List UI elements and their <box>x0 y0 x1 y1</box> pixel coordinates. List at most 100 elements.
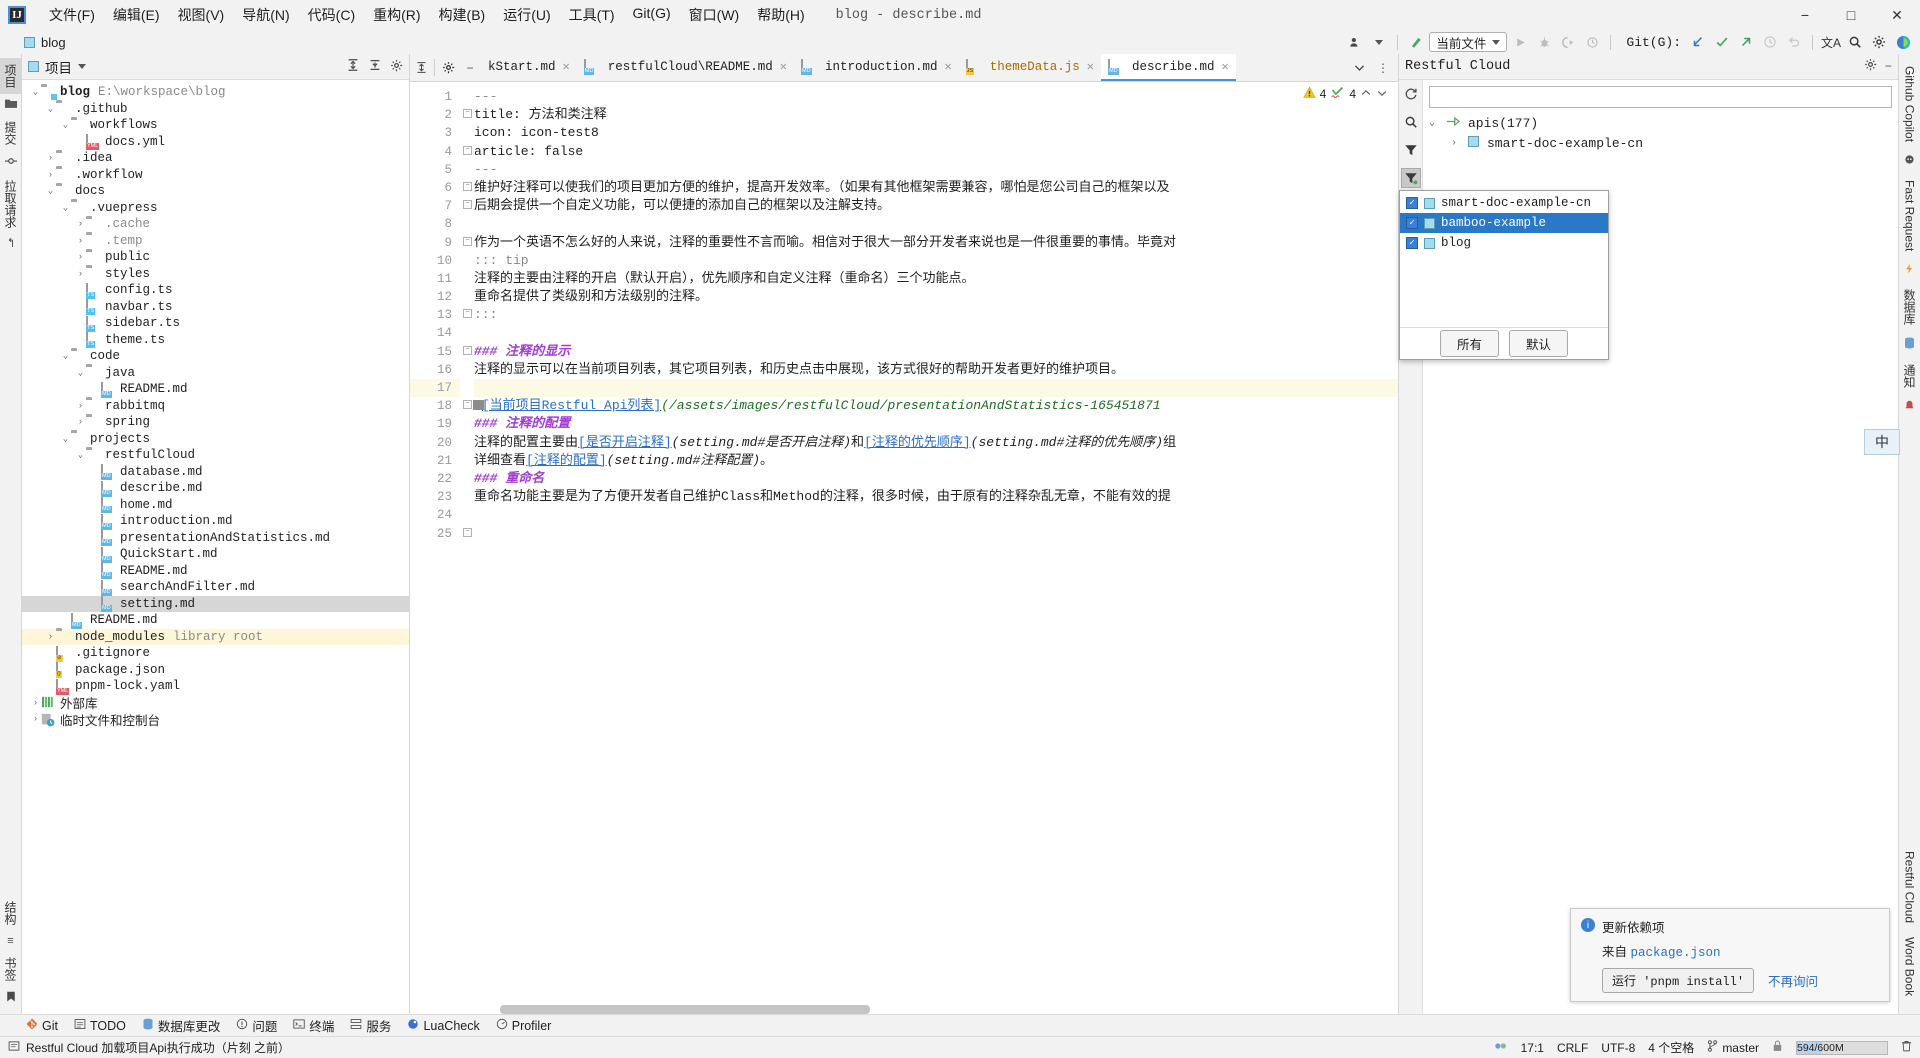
hide-icon[interactable]: − <box>459 54 481 81</box>
maximize-button[interactable]: □ <box>1828 0 1874 30</box>
panel-minimize-icon[interactable]: − <box>1885 60 1892 74</box>
editor-tab[interactable]: kStart.md ✕ <box>481 54 577 81</box>
code-line[interactable] <box>474 324 1398 342</box>
menu-item-6[interactable]: 构建(B) <box>430 1 495 29</box>
module-filter-item[interactable]: ✓ bamboo-example <box>1400 213 1608 233</box>
collapse-all-icon[interactable] <box>368 58 382 75</box>
code-line[interactable]: 作为一个英语不怎么好的人来说，注释的重要性不言而喻。相信对于很大一部分开发者来说… <box>474 234 1398 252</box>
trash-icon[interactable] <box>1901 1040 1912 1055</box>
tree-node[interactable]: TS navbar.ts <box>22 299 409 316</box>
fold-marker[interactable]: − <box>463 527 472 537</box>
git-rollback-icon[interactable] <box>1783 31 1805 53</box>
project-settings-icon[interactable] <box>390 59 403 75</box>
menu-item-8[interactable]: 工具(T) <box>560 1 624 29</box>
close-tab-icon[interactable]: ✕ <box>1222 59 1229 74</box>
menu-item-10[interactable]: 窗口(W) <box>680 1 749 29</box>
tree-node[interactable]: MD presentationAndStatistics.md <box>22 530 409 547</box>
rail-item-fast-request[interactable]: Fast Request <box>1901 174 1919 257</box>
code-line[interactable]: --- <box>474 161 1398 179</box>
tree-node[interactable]: MD setting.md <box>22 595 409 613</box>
fold-marker[interactable]: − <box>463 109 472 119</box>
notification-source[interactable]: package.json <box>1631 946 1721 960</box>
editor-code[interactable]: --- title: 方法和类注释 icon: icon-test8 article:… <box>460 82 1398 1014</box>
search-everywhere-icon[interactable] <box>1844 31 1866 53</box>
code-line[interactable]: ### 注释的显示 <box>474 343 1398 361</box>
editor-tab[interactable]: MD describe.md ✕ <box>1101 54 1236 81</box>
tree-node[interactable]: ⌄ code <box>22 348 409 365</box>
code-line[interactable]: title: 方法和类注释 <box>474 106 1398 124</box>
chevron-down-icon[interactable]: ⌄ <box>60 351 71 361</box>
fold-marker[interactable]: − <box>463 236 472 246</box>
rail-item-github-copilot[interactable]: Github Copilot <box>1901 60 1919 148</box>
gutter-line-number[interactable]: 22 <box>410 470 460 488</box>
code-line[interactable]: ::: tip <box>474 252 1398 270</box>
gutter-line-number[interactable]: 6− <box>410 179 472 197</box>
tree-node[interactable]: › .idea <box>22 150 409 167</box>
git-pull-icon[interactable] <box>1687 31 1709 53</box>
menu-item-7[interactable]: 运行(U) <box>494 1 559 29</box>
git-menu-label[interactable]: Git(G): <box>1626 35 1681 50</box>
chevron-right-icon[interactable]: › <box>30 698 41 708</box>
next-highlight-icon[interactable] <box>1376 87 1388 102</box>
tab-list-chevron-icon[interactable] <box>1348 61 1370 74</box>
fold-marker[interactable]: − <box>463 400 472 410</box>
inspection-widget[interactable]: 4 4 <box>1302 86 1388 102</box>
tree-node[interactable]: ⌄ blog E:\workspace\blog <box>22 84 409 101</box>
gutter-line-number[interactable]: 3 <box>410 124 460 142</box>
code-line[interactable]: ![当前项目Restful Api列表](/assets/images/rest… <box>474 397 1398 415</box>
dismiss-link[interactable]: 不再询问 <box>1768 971 1818 990</box>
tool-window-button[interactable]: 服务 <box>350 1016 391 1035</box>
git-branch[interactable]: master <box>1722 1041 1759 1055</box>
tree-node[interactable]: MD README.md <box>22 381 409 398</box>
run-with-coverage-button[interactable] <box>1557 31 1579 53</box>
ai-assistant-icon[interactable] <box>1892 31 1914 53</box>
tool-window-button[interactable]: 问题 <box>236 1016 277 1035</box>
tree-node[interactable]: › .workflow <box>22 167 409 184</box>
code-line[interactable]: ::: <box>474 306 1398 324</box>
api-search-input[interactable] <box>1429 86 1892 108</box>
run-configuration-selector[interactable]: 当前文件 <box>1429 32 1508 52</box>
code-line[interactable]: 注释的显示可以在当前项目列表，其它项目列表，和历史点击中展现，该方式很好的帮助开… <box>474 361 1398 379</box>
rail-item-pull-requests[interactable]: 拉取请求 <box>0 174 21 234</box>
close-button[interactable]: ✕ <box>1874 0 1920 30</box>
gutter-line-number[interactable]: 13− <box>410 306 472 324</box>
code-line[interactable]: 注释的主要由注释的开启（默认开启），优先顺序和自定义注释（重命名）三个功能点。 <box>474 270 1398 288</box>
checkbox[interactable]: ✓ <box>1406 237 1418 249</box>
chevron-down-icon[interactable]: ⌄ <box>75 368 86 378</box>
git-history-icon[interactable] <box>1759 31 1781 53</box>
menu-item-3[interactable]: 导航(N) <box>233 1 298 29</box>
tree-node[interactable]: › 外部库 <box>22 695 409 712</box>
memory-indicator[interactable]: 594/600M <box>1796 1040 1888 1055</box>
chevron-down-icon[interactable]: ⌄ <box>45 104 56 114</box>
gutter-line-number[interactable]: 17 <box>410 379 460 398</box>
tree-node[interactable]: ⌄ java <box>22 365 409 382</box>
tree-node[interactable]: › styles <box>22 266 409 283</box>
filter-icon[interactable] <box>1401 140 1421 160</box>
rail-item-notifications[interactable]: 通知 <box>1899 358 1920 394</box>
update-project-icon[interactable] <box>1405 31 1427 53</box>
rail-item-bookmarks[interactable]: 书签 <box>0 951 21 987</box>
close-tab-icon[interactable]: ✕ <box>1087 59 1094 74</box>
minimize-button[interactable]: − <box>1782 0 1828 30</box>
code-line[interactable]: 后期会提供一个自定义功能，可以便捷的添加自己的框架以及注解支持。 <box>474 197 1398 215</box>
chevron-down-icon[interactable] <box>1368 31 1390 53</box>
gutter-line-number[interactable]: 18− <box>410 397 484 415</box>
tool-window-button[interactable]: 终端 <box>293 1016 334 1035</box>
menu-item-4[interactable]: 代码(C) <box>299 1 364 29</box>
code-line[interactable] <box>474 525 1398 543</box>
chevron-down-icon[interactable]: ⌄ <box>30 87 41 97</box>
gutter-line-number[interactable]: 12 <box>410 288 460 306</box>
tree-node[interactable]: MD README.md <box>22 612 409 629</box>
chevron-right-icon[interactable]: › <box>75 219 86 229</box>
tree-node[interactable]: › .cache <box>22 216 409 233</box>
run-install-button[interactable]: 运行 'pnpm install' <box>1602 968 1755 993</box>
menu-item-0[interactable]: 文件(F) <box>40 1 104 29</box>
panel-settings-icon[interactable] <box>1864 58 1877 75</box>
chevron-down-icon[interactable] <box>78 64 86 69</box>
code-line[interactable]: --- <box>474 88 1398 106</box>
caret-position[interactable]: 17:1 <box>1521 1041 1544 1055</box>
menu-item-1[interactable]: 编辑(E) <box>104 1 169 29</box>
gutter-line-number[interactable]: 4− <box>410 143 472 161</box>
fold-marker[interactable]: − <box>463 345 472 355</box>
chevron-down-icon[interactable]: ⌄ <box>60 120 71 130</box>
